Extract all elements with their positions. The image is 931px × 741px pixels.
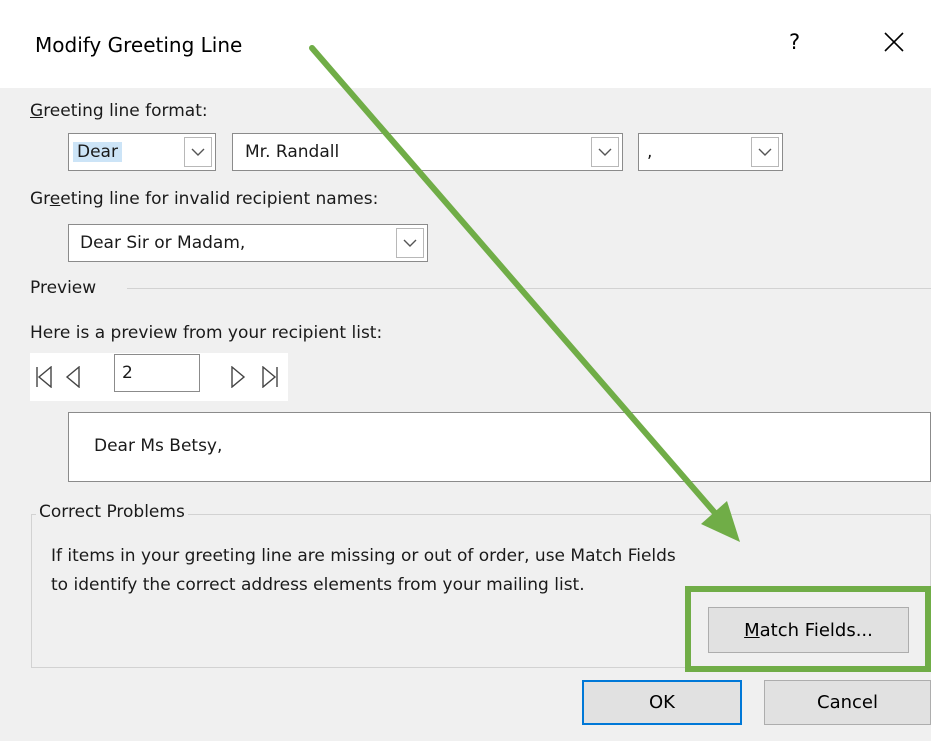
ok-button[interactable]: OK <box>582 680 742 725</box>
invalid-names-dropdown-button[interactable] <box>396 228 424 258</box>
greeting-format-label: Greeting line format: <box>30 101 208 121</box>
close-button[interactable] <box>876 24 912 60</box>
salutation-dropdown[interactable]: Dear <box>68 133 216 171</box>
first-record-icon[interactable] <box>35 366 53 388</box>
salutation-dropdown-button[interactable] <box>184 137 212 167</box>
punctuation-dropdown-button[interactable] <box>751 137 779 167</box>
dialog-title: Modify Greeting Line <box>35 33 243 57</box>
match-fields-highlight-box <box>685 586 931 672</box>
name-format-value: Mr. Randall <box>245 142 340 162</box>
invalid-names-value: Dear Sir or Madam, <box>80 233 246 253</box>
correct-problems-text-line-1: If items in your greeting line are missi… <box>51 546 676 566</box>
next-record-icon[interactable] <box>230 366 246 388</box>
punctuation-value: , <box>647 142 653 162</box>
preview-intro: Here is a preview from your recipient li… <box>30 323 383 343</box>
correct-problems-text-line-2: to identify the correct address elements… <box>51 575 585 595</box>
chevron-down-icon <box>191 148 205 156</box>
chevron-down-icon <box>758 148 772 156</box>
record-number-input[interactable]: 2 <box>114 354 200 392</box>
preview-divider <box>127 288 931 289</box>
cancel-button[interactable]: Cancel <box>764 680 931 725</box>
chevron-down-icon <box>403 239 417 247</box>
salutation-value: Dear <box>73 142 122 162</box>
help-button[interactable]: ? <box>789 30 800 54</box>
close-icon <box>884 32 904 52</box>
last-record-icon[interactable] <box>261 366 279 388</box>
previous-record-icon[interactable] <box>65 366 81 388</box>
preview-box: Dear Ms Betsy, <box>68 412 931 482</box>
name-format-dropdown-button[interactable] <box>591 137 619 167</box>
record-number-value: 2 <box>122 363 133 383</box>
punctuation-dropdown[interactable]: , <box>638 133 783 171</box>
preview-text: Dear Ms Betsy, <box>94 436 223 456</box>
correct-problems-legend: Correct Problems <box>36 502 188 522</box>
invalid-names-label: Greeting line for invalid recipient name… <box>30 189 379 209</box>
record-navigator: 2 <box>30 353 288 401</box>
name-format-dropdown[interactable]: Mr. Randall <box>232 133 623 171</box>
invalid-names-dropdown[interactable]: Dear Sir or Madam, <box>68 224 428 262</box>
chevron-down-icon <box>598 148 612 156</box>
preview-section-label: Preview <box>30 278 97 298</box>
